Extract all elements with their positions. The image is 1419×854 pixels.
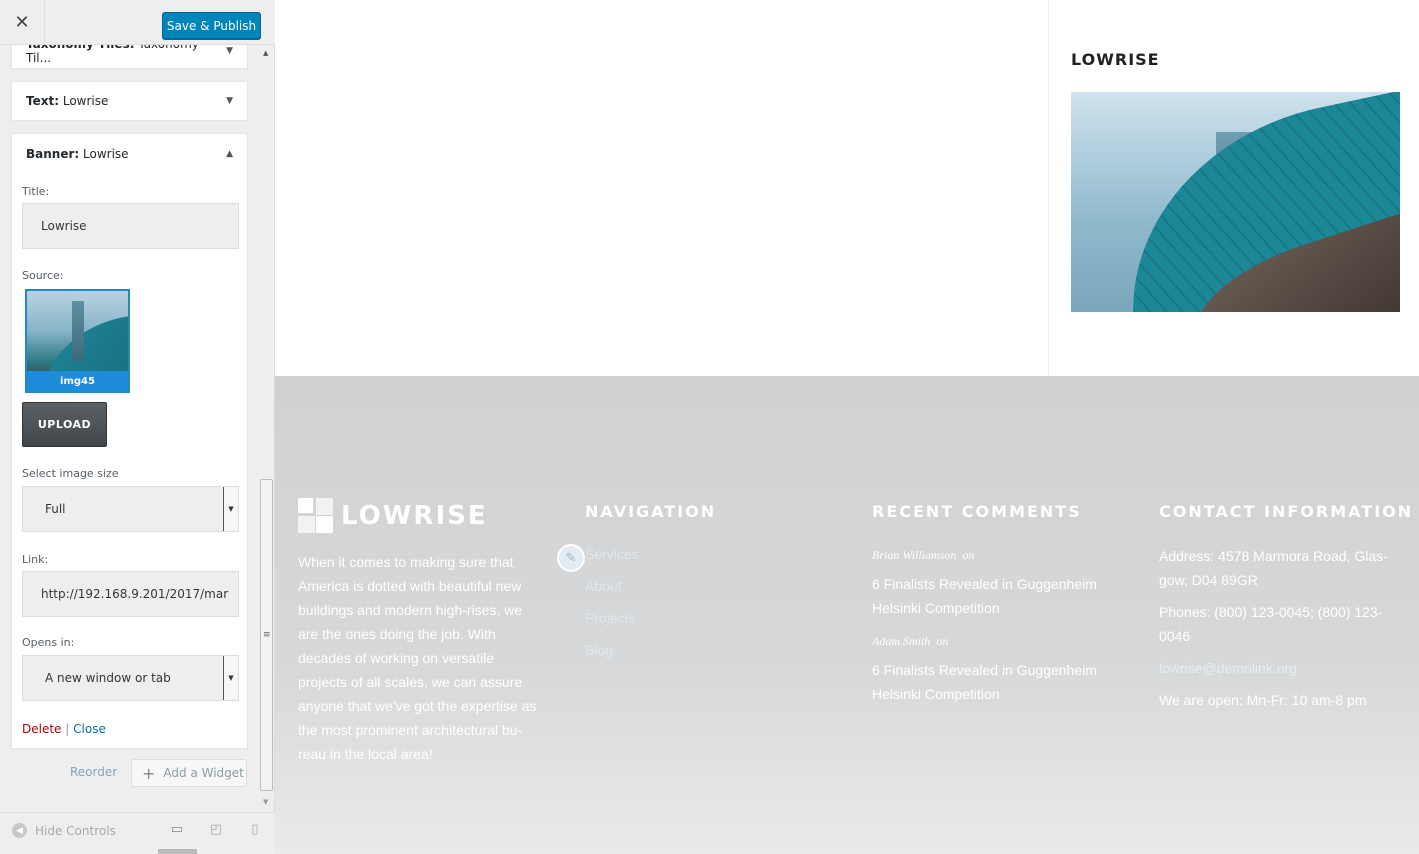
nav-link-blog[interactable]: Blog: [585, 642, 613, 658]
source-label: Source:: [22, 269, 64, 282]
widget-text[interactable]: Text: Lowrise ▼: [11, 81, 248, 121]
close-icon[interactable]: ✕: [0, 0, 45, 45]
active-device-indicator: [158, 849, 197, 854]
delete-link[interactable]: Delete: [22, 722, 61, 736]
opens-in-select[interactable]: A new window or tab ▼: [22, 655, 239, 701]
nav-link-about[interactable]: About: [585, 578, 622, 594]
logo-icon: [298, 498, 333, 533]
logo-square: [316, 516, 333, 533]
opens-in-value: A new window or tab: [45, 671, 171, 685]
plus-icon: +: [142, 763, 156, 783]
image-caption: img45: [27, 371, 128, 391]
title-input[interactable]: Lowrise: [22, 203, 239, 249]
contact-info-title: CONTACT INFORMATION: [1159, 502, 1414, 521]
link-label: Link:: [22, 553, 49, 566]
widget-title: Taxonomy Tiles: Taxonomy Til...: [26, 45, 226, 65]
widgets-panel: Taxonomy Tiles: Taxonomy Til... ▼ Text: …: [0, 45, 260, 810]
scroll-up-icon[interactable]: ▲: [263, 49, 268, 57]
image-size-label: Select image size: [22, 467, 119, 480]
add-widget-button[interactable]: + Add a Widget: [131, 759, 247, 787]
comment-author-name: Adam Smith: [872, 634, 931, 648]
widget-title: Banner: Lowrise: [26, 147, 129, 161]
comment-on: on: [962, 548, 975, 562]
scroll-thumb[interactable]: ≡: [260, 479, 273, 791]
contact-hours: We are open: Mn-Fr: 10 am-8 pm: [1159, 692, 1367, 708]
customizer-header: ✕ Save & Publish: [0, 0, 275, 45]
widget-banner[interactable]: Banner: Lowrise ▲: [11, 133, 248, 174]
footer-logo[interactable]: LOWRISE: [298, 498, 488, 533]
logo-square: [316, 498, 333, 515]
banner-image[interactable]: [1071, 92, 1400, 312]
desktop-icon[interactable]: ▭: [169, 823, 185, 837]
comment-author: Brian Williamson on: [872, 548, 974, 563]
save-publish-button[interactable]: Save & Publish: [162, 12, 261, 39]
contact-address: Address: 4578 Marmora Road, Glas-gow, D0…: [1159, 548, 1388, 588]
panel-scrollbar[interactable]: ▲ ≡ ▼: [260, 45, 273, 810]
image-size-value: Full: [45, 502, 66, 516]
customizer-sidebar: ✕ Save & Publish Taxonomy Tiles: Taxonom…: [0, 0, 275, 854]
separator: |: [65, 722, 70, 736]
comment-author-name: Brian Williamson: [872, 548, 957, 562]
widget-actions: Delete | Close: [22, 722, 106, 736]
site-preview: LOWRISE LOWRISE When it comes to making …: [275, 0, 1419, 854]
mobile-icon[interactable]: ▯: [247, 823, 263, 837]
comment-post-link[interactable]: 6 Finalists Revealed in Guggenheim Helsi…: [872, 658, 1112, 706]
chevron-down-icon[interactable]: ▼: [226, 46, 233, 56]
footer-about-text: When it comes to making sure that Americ…: [298, 554, 537, 762]
widget-name: Lowrise: [62, 94, 109, 108]
opens-in-label: Opens in:: [22, 636, 75, 649]
site-footer: LOWRISE When it comes to making sure tha…: [275, 376, 1419, 854]
banner-widget-title: LOWRISE: [1071, 50, 1160, 69]
comment-author: Adam Smith on: [872, 634, 948, 649]
chevron-down-icon[interactable]: ▼: [226, 96, 233, 106]
widget-taxonomy-tiles[interactable]: Taxonomy Tiles: Taxonomy Til... ▼: [11, 45, 248, 69]
widget-type: Text:: [26, 94, 60, 108]
sidebar-divider: [1048, 0, 1049, 376]
widget-name: Lowrise: [83, 146, 129, 161]
recent-comments-title: RECENT COMMENTS: [872, 502, 1082, 521]
widget-type: Banner:: [26, 146, 80, 161]
logo-text: LOWRISE: [341, 500, 488, 531]
nav-link-projects[interactable]: Projects: [585, 610, 636, 626]
title-label: Title:: [22, 185, 50, 198]
upload-button[interactable]: UPLOAD: [22, 402, 107, 447]
contact-email-link[interactable]: lowrise@demolink.org: [1159, 656, 1399, 680]
navigation-title: NAVIGATION: [585, 502, 717, 521]
nav-link-services[interactable]: Services: [585, 546, 639, 562]
widget-title: Text: Lowrise: [26, 94, 108, 108]
chevron-up-icon[interactable]: ▲: [226, 149, 233, 159]
logo-square: [298, 498, 313, 513]
banner-widget-form: Title: Lowrise Source: img45 UPLOAD Sele…: [11, 173, 248, 749]
selected-image-thumbnail[interactable]: img45: [25, 289, 130, 393]
reorder-link[interactable]: Reorder: [70, 765, 117, 779]
comment-on: on: [936, 634, 949, 648]
close-link[interactable]: Close: [73, 722, 106, 736]
pencil-icon[interactable]: ✎: [557, 544, 585, 572]
logo-square: [298, 516, 315, 533]
comment-post-link[interactable]: 6 Finalists Revealed in Guggenheim Helsi…: [872, 572, 1112, 620]
hide-controls-button[interactable]: ◀ Hide Controls: [12, 823, 116, 838]
chevron-down-icon[interactable]: ▼: [223, 487, 238, 531]
image-shape: [72, 301, 84, 361]
scroll-down-icon[interactable]: ▼: [263, 798, 268, 806]
tablet-icon[interactable]: ◰: [208, 823, 224, 837]
add-widget-label: Add a Widget: [163, 766, 244, 780]
contact-phones: Phones: (800) 123-0045; (800) 123-0046: [1159, 604, 1383, 644]
image-size-select[interactable]: Full ▼: [22, 486, 239, 532]
link-input[interactable]: http://192.168.9.201/2017/mar: [22, 571, 239, 617]
grip-icon: ≡: [263, 630, 271, 640]
collapse-icon: ◀: [12, 823, 27, 838]
hide-controls-label: Hide Controls: [35, 823, 116, 838]
chevron-down-icon[interactable]: ▼: [223, 656, 238, 700]
customizer-footer: ◀ Hide Controls ▭ ◰ ▯: [0, 812, 275, 854]
